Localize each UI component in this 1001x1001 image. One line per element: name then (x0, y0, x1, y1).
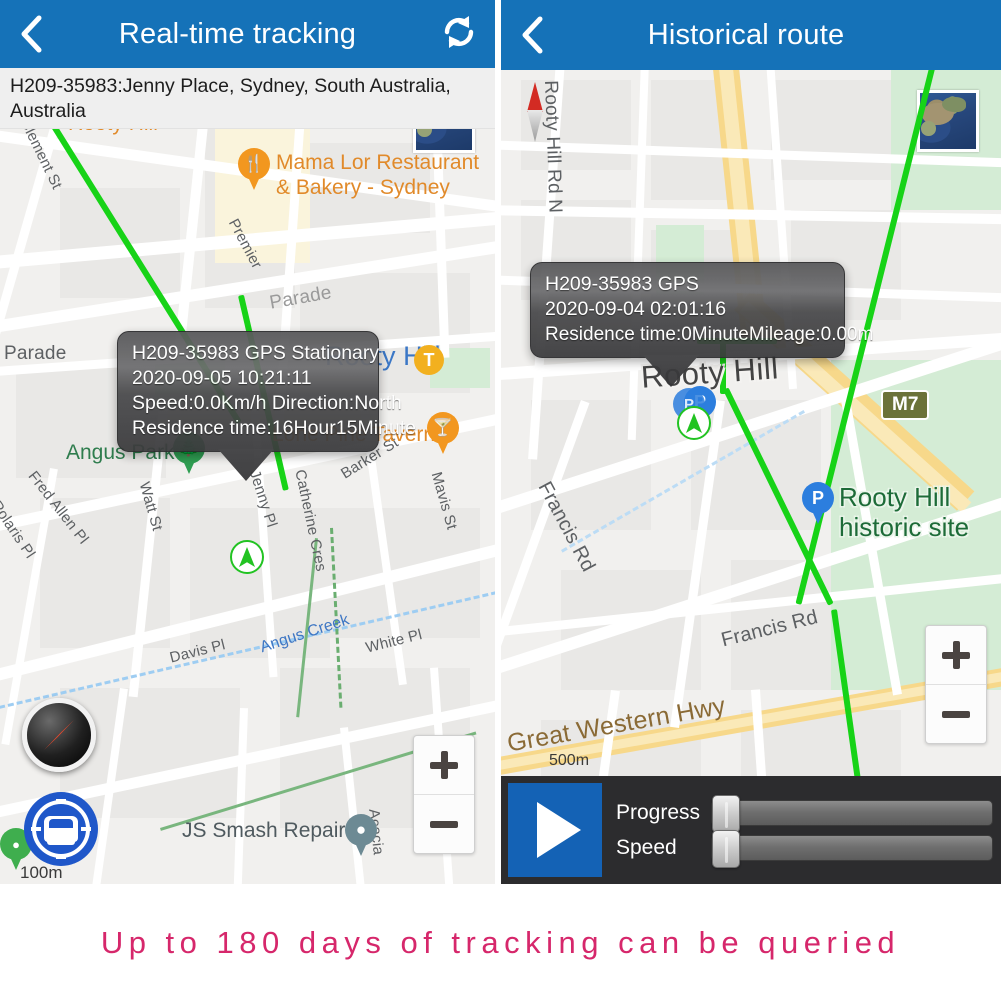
progress-row: Progress (616, 794, 993, 833)
play-icon (537, 802, 581, 858)
refresh-icon (439, 12, 479, 57)
dual-panel-container: Real-time tracking Clement St Parade Pre… (0, 0, 1001, 884)
thumb-landmass (942, 97, 966, 113)
speed-slider[interactable] (711, 829, 993, 868)
zoom-out-button[interactable] (926, 685, 986, 743)
zoom-in-button[interactable] (414, 736, 474, 794)
right-panel-title: Historical route (647, 18, 845, 51)
current-position-marker[interactable] (230, 540, 264, 574)
car-mode-button[interactable] (24, 792, 98, 866)
street-label: Parade (4, 343, 67, 364)
street-label: Rooty Hill Rd N (540, 80, 566, 214)
marketing-caption: Up to 180 days of tracking can be querie… (0, 884, 1001, 1001)
address-strip: H209-35983:Jenny Place, Sydney, South Au… (0, 68, 495, 129)
progress-slider[interactable] (711, 794, 993, 833)
train-station-badge[interactable]: T (414, 345, 444, 375)
screenshot-root: Real-time tracking Clement St Parade Pre… (0, 0, 1001, 1001)
callout-line-1: H209-35983 GPS (545, 273, 699, 295)
parking-icon: P (811, 487, 824, 508)
playback-control-bar: Progress Speed (501, 776, 1001, 884)
compass-needle-icon (43, 719, 75, 751)
chevron-left-icon (519, 15, 545, 55)
poi-label-js-smash-repairs[interactable]: JS Smash Repairs (182, 818, 356, 843)
right-map-canvas[interactable]: Rooty Hill Rd N Francis Rd Francis Rd Gr… (501, 70, 1001, 884)
zoom-out-button[interactable] (414, 795, 474, 853)
callout-line-4: Residence time:16Hour15Minute (132, 417, 416, 439)
restaurant-icon: 🍴 (243, 154, 265, 173)
callout-line-3: Residence time:0MinuteMileage:0.00m (545, 324, 874, 345)
right-appbar: Historical route (501, 0, 1001, 70)
poi-pin-parking[interactable]: P (802, 482, 834, 524)
progress-label: Progress (616, 800, 701, 824)
scale-bar-right: 500m (549, 752, 590, 769)
zoom-controls-left (413, 735, 475, 854)
device-address: H209-35983:Jenny Place, Sydney, South Au… (10, 75, 451, 122)
car-tick (56, 855, 66, 859)
poi-line-1: Mama Lor Restaurant (276, 151, 480, 174)
slider-group: Progress Speed (602, 794, 1001, 868)
caption-text: Up to 180 days of tracking can be querie… (100, 924, 901, 960)
zoom-controls-right (925, 625, 987, 744)
speed-slider-thumb[interactable] (712, 829, 740, 868)
dot-icon: ● (355, 820, 367, 839)
left-panel-title: Real-time tracking (118, 17, 357, 50)
poi-line-2: & Bakery - Sydney (276, 176, 450, 199)
speed-label: Speed (616, 835, 677, 859)
scale-bar-left: 100m (20, 863, 63, 882)
progress-slider-thumb[interactable] (712, 794, 740, 833)
callout-line-1: H209-35983 GPS Stationary (132, 342, 380, 364)
speed-row: Speed (616, 829, 993, 868)
car-tick (81, 827, 91, 831)
train-badge-letter: T (423, 349, 435, 370)
refresh-button[interactable] (423, 0, 495, 68)
highway-shield-m7: M7 (881, 390, 930, 420)
poi-pin-service[interactable]: ● (345, 814, 377, 856)
realtime-info-callout: H209-35983 GPS Stationary 2020-09-05 10:… (117, 331, 416, 481)
cocktail-icon: 🍸 (432, 418, 454, 437)
poi-line-2: historic site (839, 512, 970, 542)
play-button[interactable] (508, 783, 602, 877)
callout-line-2: 2020-09-04 02:01:16 (545, 298, 727, 320)
callout-line-3: Speed:0.0Km/h Direction:North (132, 392, 402, 414)
poi-label-rooty-hill-historic-site[interactable]: Rooty Hill historic site (839, 482, 969, 542)
car-tick (56, 799, 66, 803)
historical-route-panel: Historical route Rooty Hill Rd N Francis… (501, 0, 1001, 884)
car-icon (44, 816, 78, 845)
historical-info-callout: H209-35983 GPS 2020-09-04 02:01:16 Resid… (530, 262, 874, 387)
compass-button[interactable] (22, 698, 96, 772)
poi-pin-bar[interactable]: 🍸 (427, 412, 459, 454)
car-tick (31, 827, 41, 831)
left-appbar: Real-time tracking (0, 0, 495, 68)
route-position-marker[interactable] (677, 406, 711, 440)
zoom-in-button[interactable] (926, 626, 986, 684)
poi-line-1: JS Smash Repairs (182, 819, 356, 842)
poi-pin-restaurant[interactable]: 🍴 (238, 148, 270, 190)
poi-line-1: Rooty Hill (839, 482, 951, 512)
thumb-landmass (921, 121, 936, 136)
poi-label-mama-lor[interactable]: Mama Lor Restaurant & Bakery - Sydney (276, 150, 479, 200)
realtime-tracking-panel: Real-time tracking Clement St Parade Pre… (0, 0, 495, 884)
left-map-canvas[interactable]: Refresh after 5 seconds Clement St Parad… (0, 68, 495, 884)
callout-line-2: 2020-09-05 10:21:11 (132, 367, 312, 389)
chevron-left-icon (18, 14, 44, 54)
